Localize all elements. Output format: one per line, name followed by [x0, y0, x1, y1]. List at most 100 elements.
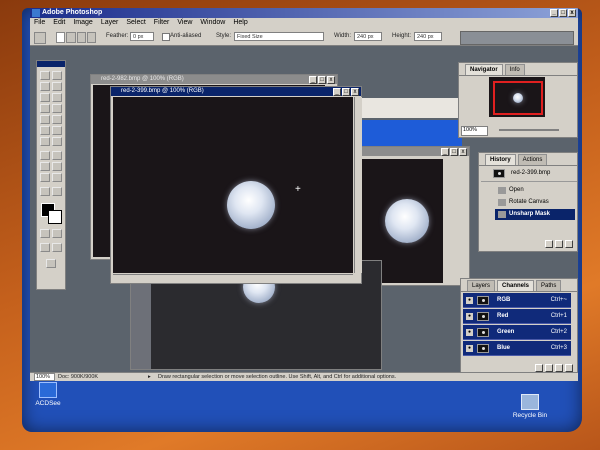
history-snapshot[interactable]: red-2-399.bmp [481, 167, 577, 182]
new-snapshot-icon[interactable] [555, 240, 563, 248]
marquee-tool-icon[interactable] [40, 71, 50, 80]
eraser-tool-icon[interactable] [40, 126, 50, 135]
navigator-zoom-field[interactable]: 100% [461, 126, 488, 136]
marquee-preset-icon[interactable] [34, 32, 46, 44]
tab-layers[interactable]: Layers [467, 280, 496, 291]
desktop-icon-recycle-bin[interactable]: Recycle Bin [510, 394, 550, 419]
navigator-zoom-slider[interactable] [499, 129, 559, 131]
shape-tool-icon[interactable] [52, 162, 62, 171]
document-front-titlebar[interactable]: red-2-399.bmp @ 100% (RGB) _ □ x [111, 87, 361, 96]
document-front-canvas[interactable]: + [113, 97, 353, 273]
tab-channels[interactable]: Channels [497, 280, 535, 291]
desktop-icon-acdsee[interactable]: ACDSee [28, 382, 68, 407]
screen-mode-full-icon[interactable] [52, 243, 62, 252]
channel-row-rgb[interactable]: ● RGB Ctrl+~ [463, 293, 571, 308]
doc-front-close-button[interactable]: x [351, 88, 359, 96]
add-selection-icon[interactable] [66, 32, 76, 43]
subtract-selection-icon[interactable] [76, 32, 86, 43]
doc-back-maximize-button[interactable]: □ [318, 76, 326, 84]
path-select-icon[interactable] [40, 151, 50, 160]
doc-back-minimize-button[interactable]: _ [309, 76, 317, 84]
quickmask-mode-icon[interactable] [52, 229, 62, 238]
save-selection-icon[interactable] [545, 364, 553, 372]
close-button[interactable]: x [568, 9, 576, 17]
type-tool-icon[interactable] [52, 151, 62, 160]
status-arrow-icon[interactable]: ▸ [148, 373, 151, 381]
menu-file[interactable]: File [34, 18, 45, 28]
document-back-titlebar[interactable]: red-2-982.bmp @ 100% (RGB) _ □ x [91, 75, 337, 84]
magic-wand-icon[interactable] [52, 82, 62, 91]
vertical-scrollbar[interactable] [354, 97, 362, 273]
crop-tool-icon[interactable] [40, 93, 50, 102]
height-input[interactable]: 240 px [414, 32, 442, 41]
history-brush-icon[interactable] [52, 115, 62, 124]
pen-tool-icon[interactable] [40, 162, 50, 171]
standard-mode-icon[interactable] [40, 229, 50, 238]
doc-back-close-button[interactable]: x [327, 76, 335, 84]
doc-front-minimize-button[interactable]: _ [333, 88, 341, 96]
history-item-rotate[interactable]: Rotate Canvas [495, 197, 575, 208]
navigator-thumbnail[interactable] [489, 77, 545, 117]
hand-tool-icon[interactable] [40, 187, 50, 196]
trash-icon[interactable] [565, 240, 573, 248]
menu-image[interactable]: Image [73, 18, 92, 28]
doc-right-minimize-button[interactable]: _ [441, 148, 449, 156]
blur-tool-icon[interactable] [40, 137, 50, 146]
gradient-tool-icon[interactable] [52, 126, 62, 135]
style-select[interactable]: Fixed Size [234, 32, 324, 41]
screen-mode-standard-icon[interactable] [40, 243, 50, 252]
notes-tool-icon[interactable] [40, 173, 50, 182]
channel-row-green[interactable]: ● Green Ctrl+2 [463, 325, 571, 340]
tab-info[interactable]: Info [504, 64, 525, 75]
clone-stamp-icon[interactable] [40, 115, 50, 124]
menu-select[interactable]: Select [126, 18, 145, 28]
history-item-unsharp[interactable]: Unsharp Mask [495, 209, 575, 220]
menu-layer[interactable]: Layer [101, 18, 119, 28]
width-input[interactable]: 240 px [354, 32, 382, 41]
antialiased-checkbox[interactable] [162, 33, 170, 41]
menu-help[interactable]: Help [233, 18, 247, 28]
doc-right-maximize-button[interactable]: □ [450, 148, 458, 156]
eye-icon[interactable]: ● [466, 345, 473, 352]
healing-brush-icon[interactable] [40, 104, 50, 113]
move-tool-icon[interactable] [52, 71, 62, 80]
slice-tool-icon[interactable] [52, 93, 62, 102]
doc-front-maximize-button[interactable]: □ [342, 88, 350, 96]
dodge-tool-icon[interactable] [52, 137, 62, 146]
intersect-selection-icon[interactable] [86, 32, 96, 43]
eyedropper-icon[interactable] [52, 173, 62, 182]
lasso-tool-icon[interactable] [40, 82, 50, 91]
menu-view[interactable]: View [177, 18, 192, 28]
new-document-icon[interactable] [545, 240, 553, 248]
document-right-titlebar[interactable]: _ □ x [351, 147, 469, 156]
background-color-swatch[interactable] [48, 210, 62, 224]
minimize-button[interactable]: _ [550, 9, 558, 17]
document-window-front[interactable]: red-2-399.bmp @ 100% (RGB) _ □ x + [110, 86, 362, 284]
horizontal-scrollbar[interactable] [113, 274, 353, 283]
status-zoom[interactable]: 100% [34, 373, 55, 381]
tab-navigator[interactable]: Navigator [465, 64, 503, 75]
zoom-tool-icon[interactable] [52, 187, 62, 196]
feather-input[interactable]: 0 px [130, 32, 154, 41]
tab-actions[interactable]: Actions [517, 154, 548, 165]
tab-paths[interactable]: Paths [536, 280, 562, 291]
eye-icon[interactable]: ● [466, 329, 473, 336]
delete-channel-icon[interactable] [565, 364, 573, 372]
load-selection-icon[interactable] [535, 364, 543, 372]
eye-icon[interactable]: ● [466, 297, 473, 304]
new-selection-icon[interactable] [56, 32, 66, 43]
palette-well[interactable] [460, 31, 574, 45]
menu-filter[interactable]: Filter [154, 18, 170, 28]
tab-history[interactable]: History [485, 154, 516, 165]
jump-to-imageready-icon[interactable] [46, 259, 56, 268]
menu-edit[interactable]: Edit [53, 18, 65, 28]
menu-window[interactable]: Window [200, 18, 225, 28]
eye-icon[interactable]: ● [466, 313, 473, 320]
brush-tool-icon[interactable] [52, 104, 62, 113]
doc-right-close-button[interactable]: x [459, 148, 467, 156]
channel-row-blue[interactable]: ● Blue Ctrl+3 [463, 341, 571, 356]
history-item-open[interactable]: Open [495, 185, 575, 196]
maximize-button[interactable]: □ [559, 9, 567, 17]
new-channel-icon[interactable] [555, 364, 563, 372]
channel-row-red[interactable]: ● Red Ctrl+1 [463, 309, 571, 324]
